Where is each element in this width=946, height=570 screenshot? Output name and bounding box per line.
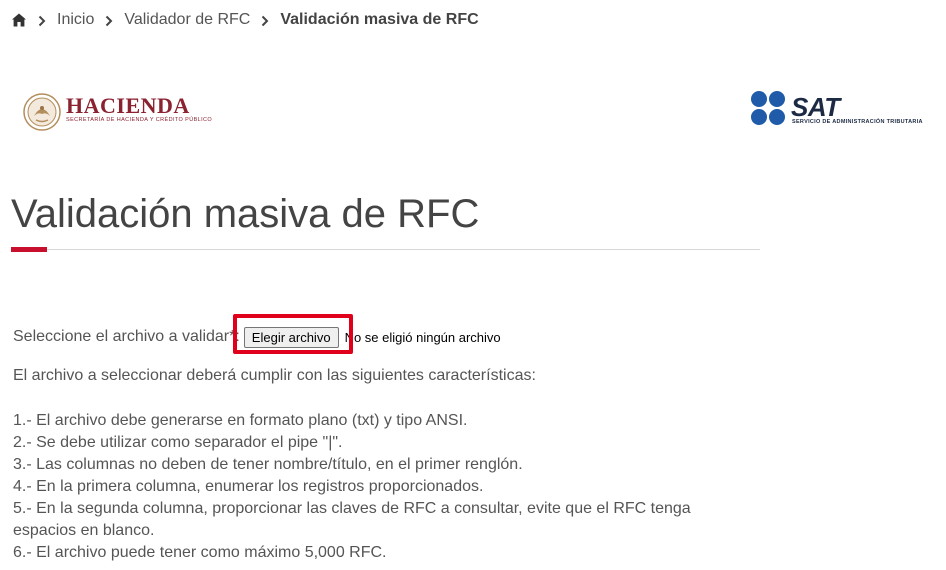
instructions-intro: El archivo a seleccionar deberá cumplir … — [13, 367, 536, 384]
hacienda-subtitle: SECRETARÍA DE HACIENDA Y CRÉDITO PÚBLICO — [66, 117, 213, 123]
list-item: 6.- El archivo puede tener como máximo 5… — [13, 544, 387, 561]
breadcrumb-item-inicio[interactable]: Inicio — [57, 11, 94, 29]
file-status-text: No se eligió ningún archivo — [344, 329, 501, 345]
instructions-list: 1.- El archivo debe generarse en formato… — [13, 410, 733, 564]
home-icon[interactable] — [11, 12, 27, 28]
title-divider — [11, 249, 760, 250]
sat-subtitle: SERVICIO DE ADMINISTRACIÓN TRIBUTARIA — [792, 119, 923, 125]
chevron-right-icon — [104, 14, 114, 27]
file-select-label: Seleccione el archivo a validar*: — [13, 328, 240, 345]
chevron-right-icon — [260, 14, 270, 27]
list-item: 4.- En la primera columna, enumerar los … — [13, 478, 484, 495]
sat-dots-icon — [751, 91, 785, 125]
eagle-emblem-icon — [23, 93, 61, 131]
breadcrumb-item-validador[interactable]: Validador de RFC — [124, 11, 250, 29]
page-title: Validación masiva de RFC — [11, 192, 480, 236]
title-accent-bar — [11, 247, 47, 252]
list-item: 1.- El archivo debe generarse en formato… — [13, 412, 468, 429]
hacienda-wordmark: HACIENDA — [66, 93, 190, 118]
chevron-right-icon — [37, 14, 47, 27]
breadcrumb-item-current: Validación masiva de RFC — [280, 11, 479, 28]
file-select-row: Seleccione el archivo a validar*: Elegir… — [13, 325, 501, 349]
sat-logo: SAT SERVICIO DE ADMINISTRACIÓN TRIBUTARI… — [750, 90, 930, 130]
list-item: 3.- Las columnas no deben de tener nombr… — [13, 456, 523, 473]
breadcrumb: Inicio Validador de RFC Validación masiv… — [11, 9, 479, 31]
choose-file-button[interactable]: Elegir archivo — [243, 326, 339, 348]
list-item: 2.- Se debe utilizar como separador el p… — [13, 434, 343, 451]
hacienda-logo: HACIENDA SECRETARÍA DE HACIENDA Y CRÉDIT… — [22, 92, 212, 132]
list-item: 5.- En la segunda columna, proporcionar … — [13, 500, 691, 539]
